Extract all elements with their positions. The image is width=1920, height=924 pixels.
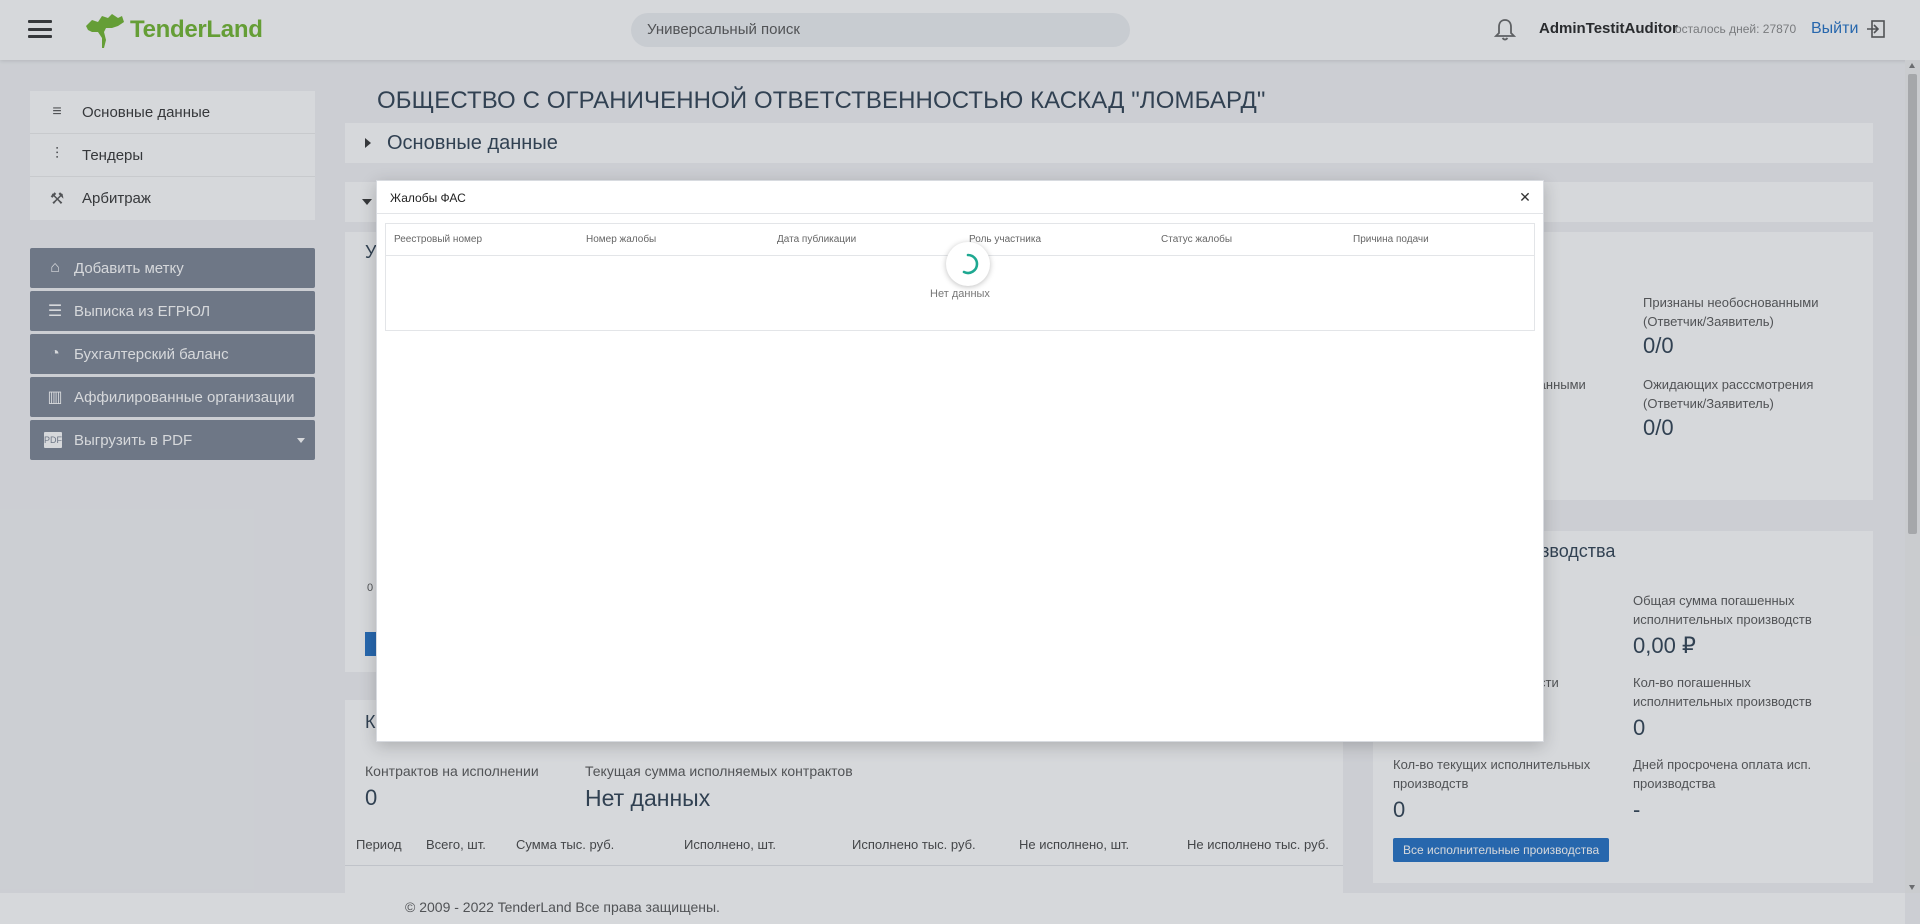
col-registry-number[interactable]: Реестровый номер	[394, 234, 482, 245]
col-complaint-status[interactable]: Статус жалобы	[1161, 234, 1232, 245]
col-filing-reason[interactable]: Причина подачи	[1353, 234, 1429, 245]
col-publication-date[interactable]: Дата публикации	[777, 234, 856, 245]
empty-state-text: Нет данных	[930, 288, 990, 300]
col-complaint-number[interactable]: Номер жалобы	[586, 234, 656, 245]
col-participant-role[interactable]: Роль участника	[969, 234, 1041, 245]
complaints-table: Реестровый номер Номер жалобы Дата публи…	[385, 223, 1535, 331]
close-icon[interactable]: ✕	[1517, 189, 1533, 205]
modal-title: Жалобы ФАС	[390, 191, 466, 205]
fas-complaints-modal: Жалобы ФАС ✕ Реестровый номер Номер жало…	[376, 180, 1544, 742]
loading-spinner-icon	[946, 242, 990, 286]
modal-divider	[377, 213, 1543, 214]
